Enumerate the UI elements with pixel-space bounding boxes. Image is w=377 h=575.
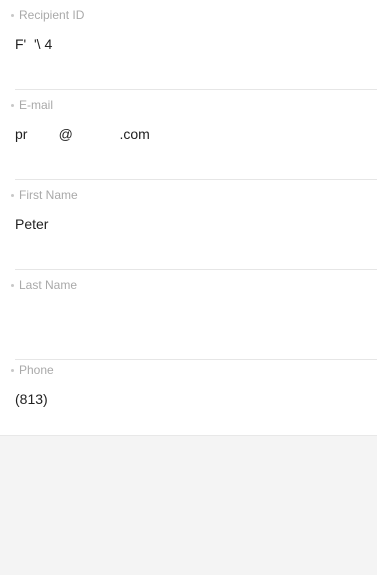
bottom-empty-area [0,435,377,575]
phone-label: Phone [11,363,54,377]
first-name-label: First Name [11,188,78,202]
phone-value[interactable]: (813) [15,391,48,407]
recipient-id-label-text: Recipient ID [19,8,85,22]
first-name-label-text: First Name [19,188,78,202]
phone-field[interactable]: Phone (813) [0,355,377,445]
phone-label-text: Phone [19,363,54,377]
recipient-id-label: Recipient ID [11,8,84,22]
email-label-text: E-mail [19,98,54,112]
required-indicator [11,193,14,197]
required-indicator [11,103,14,107]
recipient-id-value[interactable]: F' '\ 4 [15,36,52,52]
first-name-field[interactable]: First Name Peter [0,180,377,270]
required-indicator [11,13,14,17]
email-value[interactable]: pr @ .com [15,126,150,142]
last-name-label-text: Last Name [19,278,78,292]
required-indicator [11,368,14,372]
first-name-value[interactable]: Peter [15,216,48,232]
required-indicator [11,283,14,287]
recipient-form: Recipient ID F' '\ 4 E-mail pr @ .com Fi… [0,0,377,435]
last-name-field[interactable]: Last Name [0,270,377,360]
email-label: E-mail [11,98,53,112]
email-field[interactable]: E-mail pr @ .com [0,90,377,180]
last-name-label: Last Name [11,278,77,292]
recipient-id-field[interactable]: Recipient ID F' '\ 4 [0,0,377,90]
